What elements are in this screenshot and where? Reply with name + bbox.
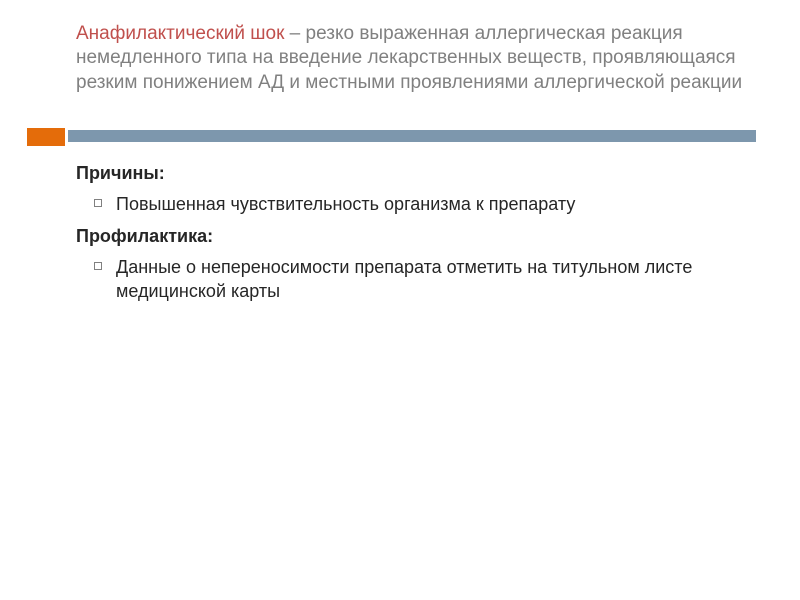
prevention-heading: Профилактика:	[76, 224, 756, 248]
square-bullet-icon	[94, 199, 102, 207]
title-term: Анафилактический шок	[76, 23, 284, 44]
list-item-text: Повышенная чувствительность организма к …	[116, 192, 756, 216]
divider-bar	[68, 130, 756, 142]
slide-title: Анафилактический шок – резко выраженная …	[76, 22, 756, 95]
square-bullet-icon	[94, 262, 102, 270]
slide-body: Причины: Повышенная чувствительность орг…	[76, 161, 756, 310]
list-item: Данные о непереносимости препарата отмет…	[76, 255, 756, 304]
accent-square	[27, 128, 65, 146]
divider-row	[0, 128, 800, 146]
list-item-text: Данные о непереносимости препарата отмет…	[116, 255, 756, 304]
list-item: Повышенная чувствительность организма к …	[76, 192, 756, 216]
slide: Анафилактический шок – резко выраженная …	[0, 0, 800, 600]
causes-heading: Причины:	[76, 161, 756, 185]
